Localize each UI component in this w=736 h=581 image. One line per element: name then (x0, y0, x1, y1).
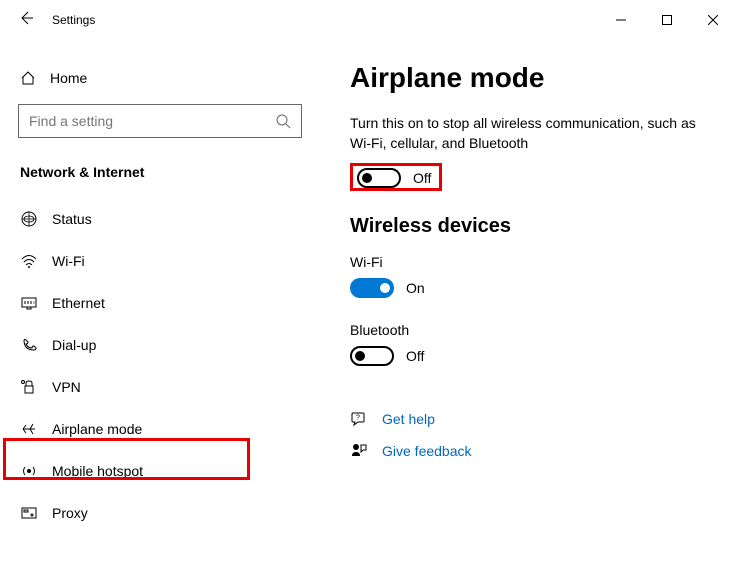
bluetooth-label: Bluetooth (350, 322, 706, 338)
home-icon (20, 70, 36, 86)
wifi-toggle-row: On (350, 278, 706, 298)
minimize-button[interactable] (598, 4, 644, 36)
wireless-devices-title: Wireless devices (350, 215, 706, 238)
ethernet-icon (20, 294, 38, 312)
airplane-toggle-row: Off (350, 163, 442, 191)
page-title: Airplane mode (350, 62, 706, 94)
sidebar-item-wifi[interactable]: Wi-Fi (0, 240, 320, 282)
wifi-toggle-state: On (406, 280, 425, 296)
airplane-icon (20, 420, 38, 438)
sidebar-item-status[interactable]: Status (0, 198, 320, 240)
nav-label: Mobile hotspot (52, 463, 143, 479)
search-input[interactable] (29, 113, 275, 129)
bluetooth-toggle[interactable] (350, 346, 394, 366)
feedback-link[interactable]: Give feedback (382, 443, 472, 459)
wifi-toggle[interactable] (350, 278, 394, 298)
nav-label: Ethernet (52, 295, 105, 311)
airplane-toggle[interactable] (357, 168, 401, 188)
window-controls (598, 4, 736, 36)
sidebar-item-vpn[interactable]: VPN (0, 366, 320, 408)
maximize-button[interactable] (644, 4, 690, 36)
svg-text:?: ? (356, 415, 360, 422)
sidebar-item-ethernet[interactable]: Ethernet (0, 282, 320, 324)
category-label: Network & Internet (0, 156, 320, 198)
home-label: Home (50, 70, 87, 86)
help-icon: ? (350, 410, 368, 428)
sidebar: Home Network & Internet Status Wi-Fi Eth… (0, 40, 320, 581)
feedback-icon (350, 442, 368, 460)
sidebar-item-proxy[interactable]: Proxy (0, 492, 320, 534)
hotspot-icon (20, 462, 38, 480)
search-box[interactable] (18, 104, 302, 138)
vpn-icon (20, 378, 38, 396)
nav-label: Dial-up (52, 337, 96, 353)
nav-label: VPN (52, 379, 81, 395)
window-title: Settings (52, 13, 95, 27)
airplane-toggle-state: Off (413, 170, 431, 186)
nav-label: Status (52, 211, 92, 227)
nav-label: Wi-Fi (52, 253, 85, 269)
search-icon (275, 113, 291, 129)
get-help-row[interactable]: ? Get help (350, 410, 706, 428)
back-button[interactable] (18, 10, 34, 31)
dialup-icon (20, 336, 38, 354)
airplane-description: Turn this on to stop all wireless commun… (350, 114, 706, 153)
bluetooth-toggle-state: Off (406, 348, 424, 364)
sidebar-item-hotspot[interactable]: Mobile hotspot (0, 450, 320, 492)
sidebar-item-dialup[interactable]: Dial-up (0, 324, 320, 366)
feedback-row[interactable]: Give feedback (350, 442, 706, 460)
close-button[interactable] (690, 4, 736, 36)
titlebar: Settings (0, 0, 736, 40)
wifi-label: Wi-Fi (350, 254, 706, 270)
main-content: Airplane mode Turn this on to stop all w… (320, 40, 736, 581)
sidebar-item-airplane[interactable]: Airplane mode (0, 408, 320, 450)
get-help-link[interactable]: Get help (382, 411, 435, 427)
nav-label: Proxy (52, 505, 88, 521)
wifi-icon (20, 252, 38, 270)
proxy-icon (20, 504, 38, 522)
home-nav[interactable]: Home (0, 60, 320, 96)
status-icon (20, 210, 38, 228)
bluetooth-toggle-row: Off (350, 346, 706, 366)
nav-label: Airplane mode (52, 421, 142, 437)
